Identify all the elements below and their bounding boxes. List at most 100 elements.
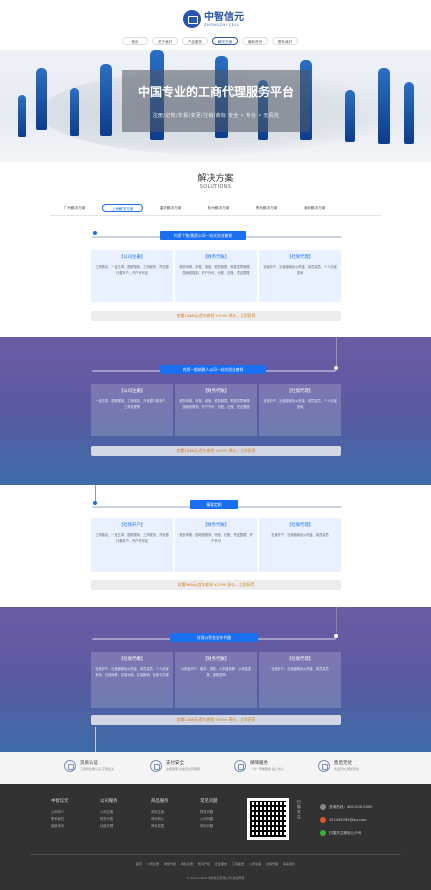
footer-link[interactable]: 财务代账 [100,816,118,823]
footer-link[interactable]: 财务问题 [200,809,218,816]
footer-link[interactable]: 最新资讯 [51,823,69,830]
service-card[interactable]: 【社保开户】 工商核名、一证五章、国税报到、工商税务、开设银行基本户、开户许可证 [91,518,173,572]
service-card[interactable]: 【财务代账】 税务申报、国地税报到、代账、记账、凭证整理、开户许可 [175,518,257,572]
feature-subtitle: 售后无忧 服务到位 [334,767,359,771]
section-title: 解决方案 [197,174,234,184]
footer-link[interactable]: 商标问题 [200,823,218,830]
footer-nav-link[interactable]: 联系我们 [283,862,295,866]
business-person-image [36,68,47,130]
nav-about[interactable]: 关于我们 [152,37,178,45]
card-body: 社保开户、社保缴纳及公积金、增员减员 [271,667,329,671]
price-button[interactable]: 仅需1288元/首年套餐 ¥4999 原价，立即获得 [91,446,341,456]
footer-link[interactable]: 社保代理 [100,823,118,830]
footer-link[interactable]: 联系我们 [51,816,69,823]
price-button[interactable]: 仅需1288元/首年套餐 ¥3999 原价，立即获得 [91,311,341,321]
price-highlight: 仅需1288元 [176,448,198,453]
service-card[interactable]: 【社保代理】 社保开户、社保缴纳及公积金、增员减员、个人社保查询 [259,384,341,436]
footer-column-title: 商品服务 [151,799,169,804]
footer-link[interactable]: 公司简介 [51,809,69,816]
feature-subtitle: 一对一专属服务 贴心省心 [250,767,284,771]
card-body: 一证五章、国税报到、工商税务、开设银行基本户、工商变更等 [95,399,169,409]
price-button[interactable]: 仅需988元/首年套餐 ¥2999 原价，立即获得 [91,580,341,590]
footer-divider [30,854,401,855]
footer-nav-link[interactable]: 公司注册 [147,862,159,866]
footer-nav-link[interactable]: 工商变更 [232,862,244,866]
footer-column: 中智信元 公司简介 联系我们 最新资讯 [51,798,69,830]
package-section: 内资个独/独资公司一站式创业套餐 【公司注册】 工商核名、一证五章、国税报到、工… [0,222,431,337]
logo-text: 中智信元 [204,11,244,23]
wechat-line: 扫描关注微信公众号 [320,830,361,836]
business-person-image [18,95,26,137]
card-title: 【财务代账】 [202,255,230,260]
service-card[interactable]: 【公司注册】 一证五章、国税报到、工商税务、开设银行基本户、工商变更等 [91,384,173,436]
wechat-text: 扫描关注微信公众号 [329,830,362,835]
logo-icon [183,10,201,28]
tab-chongqing[interactable]: 重庆解决方案 [150,204,191,212]
tab-qingdao[interactable]: 青岛解决方案 [246,204,287,212]
card-body: 税务申报、国地税报到、代账、记账、凭证整理、开户许可 [179,533,253,543]
feature-subtitle: 全程透明 资金安全有保障 [166,767,200,771]
package-banner: 精准定制 [190,500,238,509]
footer-link[interactable]: 商标转让 [151,816,169,823]
qr-caption: 扫描关注 [297,800,301,819]
footer-link[interactable]: 公司问题 [200,816,218,823]
package-section: 精准定制 【社保开户】 工商核名、一证五章、国税报到、工商税务、开设银行基本户、… [0,485,431,607]
nav-contact[interactable]: 联系我们 [272,37,298,45]
card-title: 【社保代理】 [286,523,314,528]
footer-nav-link[interactable]: 财务代账 [164,862,176,866]
price-highlight: 仅需1288元 [176,717,198,722]
footer-column-title: 公司服务 [100,799,118,804]
feature-item: 资质认证 工商局注册认证 正规企业 [64,760,114,772]
hero-text-box: 中国专业的工商代理服务平台 注册/记账/年报/变更/注销/商标 安全 • 专业 … [122,70,310,132]
footer-column: 常见问题 财务问题 公司问题 商标问题 [200,798,218,830]
city-tabs: 广州解决方案 上海解决方案 重庆解决方案 杭州解决方案 青岛解决方案 深圳解决方… [54,204,335,212]
service-card[interactable]: 【财务代账】 税务申报、年报、增值、税务报表、购进发票管理、国地税报到、开户许可… [175,384,257,436]
email-text[interactable]: 321456789@qq.com [329,818,367,822]
card-body: 工商核名、一证五章、国税报到、工商税务、开设银行基本户、开户许可证 [95,265,169,275]
footer-nav-link[interactable]: 商标注册 [181,862,193,866]
footer-link[interactable]: 公司注册 [100,809,118,816]
service-card[interactable]: 【公司注册】 工商核名、一证五章、国税报到、工商税务、开设银行基本户、开户许可证 [91,250,173,302]
package-section: 内资一般纳税人公司一站式创业套餐 【公司注册】 一证五章、国税报到、工商税务、开… [0,337,431,485]
package-banner: 社保公积金全年代缴 [170,633,258,642]
copyright: © 2017-2018 中智信元有限公司 版权所有 [186,876,245,880]
footer-nav-link[interactable]: 首页 [136,862,142,866]
logo[interactable]: 中智信元 ZHONGZHI CELL [183,7,253,31]
tab-hangzhou[interactable]: 杭州解决方案 [198,204,239,212]
card-title: 【社保代理】 [286,255,314,260]
footer-nav-link[interactable]: 知识产权 [198,862,210,866]
business-person-image [378,68,390,144]
footer-nav-link[interactable]: 企业服务 [215,862,227,866]
hero-subtitle: 注册/记账/年报/变更/注销/商标 安全 • 专业 • 无风险 [152,113,280,119]
service-card[interactable]: 【社保代理】 社保开户、社保缴纳及公积金、增员减员 [259,652,341,708]
price-button[interactable]: 仅需1288元/首年套餐 ¥3999 原价，立即获得 [91,715,341,725]
footer-nav-link[interactable]: 公司注销 [249,862,261,866]
tab-shanghai[interactable]: 上海解决方案 [102,204,143,212]
footer-link[interactable]: 商标变更 [151,823,169,830]
price-highlight: 仅需988元 [177,582,197,587]
service-card[interactable]: 【社保代理】 社保开户、社保缴纳及公积金、增员减员、个人社保查询 [259,250,341,302]
business-person-image [100,64,112,136]
card-title: 【社保代缴】 [118,657,146,662]
service-card[interactable]: 【财务代账】 公积金开户、缴存、提取、公积金转移、公积金变更、提取咨询 [175,652,257,708]
tab-shenzhen[interactable]: 深圳解决方案 [294,204,335,212]
nav-products[interactable]: 产品服务 [182,37,208,45]
feature-subtitle: 工商局注册认证 正规企业 [80,767,114,771]
footer-link[interactable]: 商标注册 [151,809,169,816]
footer-nav-link[interactable]: 社保代理 [266,862,278,866]
card-title: 【社保代理】 [286,389,314,394]
service-card[interactable]: 【社保代缴】 社保开户、社保缴纳及公积金、增员减员、个人社保查询、社保转移、社保… [91,652,173,708]
card-title: 【公司注册】 [118,255,146,260]
nav-home[interactable]: 首页 [122,37,148,45]
nav-solutions[interactable]: 解决方案 [212,37,238,45]
card-body: 税务申报、年报、增值、税务报表、购进发票管理、国地税报到、开户许可、代账、记账、… [179,399,253,409]
service-card[interactable]: 【财务代账】 税务申报、年报、增值、税务报表、购进发票管理、国地税报到、开户许可… [175,250,257,302]
feature-strip: 资质认证 工商局注册认证 正规企业 支付安全 全程透明 资金安全有保障 保障服务 一对… [0,752,431,784]
card-title: 【财务代账】 [202,389,230,394]
section-subtitle: SOLUTIONS [199,184,232,190]
tab-guangzhou[interactable]: 广州解决方案 [54,204,95,212]
card-title: 【财务代账】 [202,523,230,528]
service-card[interactable]: 【社保代理】 社保开户、社保缴纳及公积金、增员减员 [259,518,341,572]
feature-item: 保障服务 一对一专属服务 贴心省心 [234,760,284,772]
nav-news[interactable]: 最新资讯 [242,37,268,45]
